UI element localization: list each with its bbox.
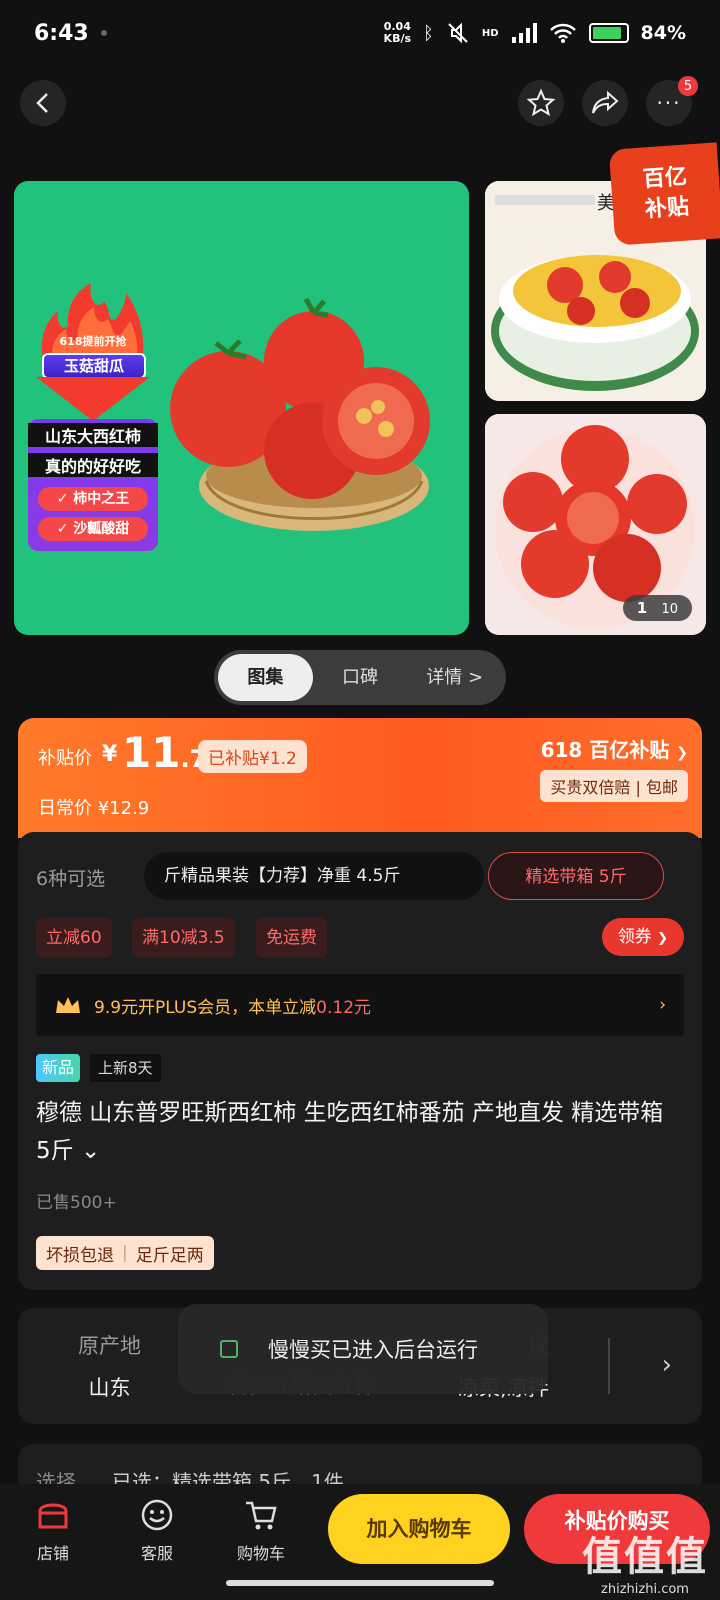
promo-body: 山东大西红柿 真的的好好吃 ✓ 柿中之王 ✓ 沙瓤酸甜 (28, 419, 158, 551)
promo-line-1: 山东大西红柿 (28, 423, 158, 447)
crown-icon (56, 997, 80, 1013)
home-indicator[interactable] (226, 1580, 494, 1586)
gallery-tabs: 图集 口碑 详情 > (214, 650, 506, 705)
spec-option-1[interactable]: 斤精品果装【力荐】净重 4.5斤 (144, 852, 484, 900)
plus-membership-bar[interactable]: 9.9元开PLUS会员，本单立减 0.12元 › (36, 974, 684, 1036)
currency-symbol: ¥ (102, 742, 118, 767)
more-button[interactable]: ··· 5 (646, 76, 698, 126)
tab-gallery[interactable]: 图集 (218, 654, 313, 701)
tomato-basket-illustration (170, 297, 430, 531)
daily-price: 日常价 ¥12.9 (38, 798, 150, 819)
message-badge: 5 (678, 76, 698, 96)
get-coupon-button[interactable]: 领券 ❯ (601, 918, 684, 956)
network-speed: 0.04 KB/s (383, 20, 412, 45)
network-type: HD (481, 27, 499, 39)
battery-percent: 84% (640, 22, 686, 44)
gallery-counter: 1 10 (622, 595, 692, 621)
battery-icon (588, 23, 629, 43)
signal-icon (511, 23, 537, 43)
favorite-button[interactable] (518, 80, 564, 126)
new-days-label: 上新8天 (90, 1054, 161, 1082)
chevron-left-icon (36, 93, 48, 113)
billion-subsidy-link[interactable]: 618 百亿补贴 ❯ (541, 734, 688, 763)
share-icon (592, 90, 619, 114)
divider (608, 1338, 610, 1394)
wifi-icon (549, 23, 576, 43)
chevron-right-icon: ❯ (676, 745, 688, 761)
coupon-tag-1: 立减60 (36, 918, 112, 958)
service-guarantees[interactable]: 坏损包退 | 足斤足两 (36, 1236, 214, 1270)
new-product-tag: 新品 (36, 1054, 81, 1082)
subsidized-amount-badge: 已补贴¥1.2 (198, 740, 307, 773)
product-info-card: 6种可选 斤精品果装【力荐】净重 4.5斤 精选带箱 5斤 立减60 满10减3… (18, 832, 702, 1290)
promo-arrow-icon (36, 377, 150, 421)
app-icon (220, 1340, 238, 1358)
cart-button[interactable]: 购物车 (226, 1498, 296, 1564)
promo-card: 618提前开抢 玉菇甜瓜 山东大西红柿 真的的好好吃 ✓ 柿中之王 ✓ 沙瓤酸甜 (28, 281, 158, 551)
subsidy-price: 11.7 (122, 728, 207, 777)
background-toast: 慢慢买已进入后台运行 (178, 1304, 548, 1394)
chevron-right-icon: ❯ (657, 931, 668, 946)
thumbnail-image-2[interactable]: 1 10 (485, 414, 706, 635)
main-product-image[interactable]: 618提前开抢 玉菇甜瓜 山东大西红柿 真的的好好吃 ✓ 柿中之王 ✓ 沙瓤酸甜 (14, 181, 469, 635)
promo-line-2: 真的的好好吃 (28, 453, 158, 477)
bluetooth-icon: ᛒ (423, 22, 434, 44)
status-icons: 0.04 KB/s ᛒ HD 84% (384, 21, 686, 45)
status-bar: 6:43 0.04 KB/s ᛒ HD 84% (0, 0, 720, 66)
customer-service-button[interactable]: 客服 (122, 1498, 192, 1564)
chevron-right-icon: › (659, 995, 666, 1015)
notification-dot-icon (100, 30, 107, 36)
subsidy-corner-badge: 百亿 补贴 (608, 142, 720, 246)
attr-origin: 原产地 山东 (78, 1334, 141, 1400)
guarantee-badge: 买贵双倍赔 | 包邮 (540, 770, 688, 802)
mute-icon (448, 22, 468, 44)
add-to-cart-button[interactable]: 加入购物车 (328, 1494, 510, 1564)
promo-618-tag: 618提前开抢 (59, 335, 127, 348)
chat-face-icon (140, 1498, 174, 1532)
coupon-tag-3: 免运费 (256, 918, 327, 958)
back-button[interactable] (20, 80, 66, 126)
spec-option-selected[interactable]: 精选带箱 5斤 (488, 852, 664, 900)
subsidy-price-label: 补贴价 (38, 748, 92, 769)
tab-details[interactable]: 详情 > (407, 654, 502, 701)
promo-pill-2: ✓ 沙瓤酸甜 (38, 517, 148, 541)
chevron-right-icon[interactable]: › (662, 1350, 672, 1380)
promo-title: 玉菇甜瓜 (42, 353, 146, 379)
status-time: 6:43 (34, 20, 89, 46)
share-button[interactable] (582, 80, 628, 126)
store-icon (36, 1498, 70, 1532)
sold-count: 已售500+ (36, 1193, 117, 1213)
price-banner: 补贴价 ¥ 11.7 已补贴¥1.2 日常价 ¥12.9 618 百亿补贴 ❯ … (18, 718, 702, 838)
store-button[interactable]: 店铺 (18, 1498, 88, 1564)
product-title[interactable]: 穆德 山东普罗旺斯西红柿 生吃西红柿番茄 产地直发 精选带箱 5斤 ⌄ (36, 1094, 684, 1170)
coupon-tag-2: 满10减3.5 (132, 918, 235, 958)
star-icon (526, 88, 556, 117)
more-dots-icon: ··· (656, 91, 682, 115)
option-count[interactable]: 6种可选 (36, 864, 105, 891)
promo-pill-1: ✓ 柿中之王 (38, 487, 148, 511)
cart-icon (244, 1498, 278, 1532)
site-watermark: 值值值 zhizhizhi.com (582, 1534, 708, 1597)
tab-reviews[interactable]: 口碑 (313, 654, 408, 701)
